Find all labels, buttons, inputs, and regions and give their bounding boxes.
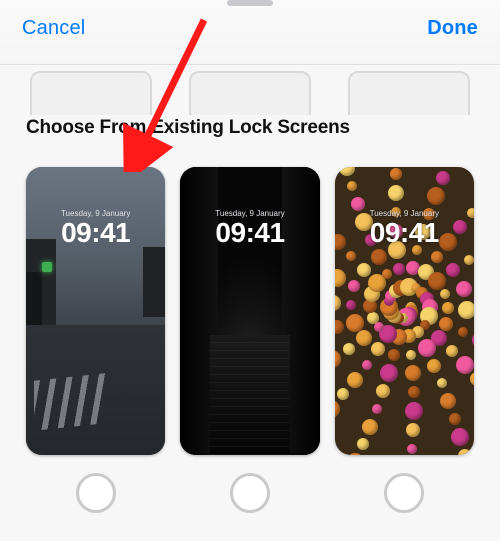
lock-screen-list: Tuesday, 9 January 09:41 Tuesday, 9 Janu… (26, 167, 474, 455)
lock-screen-thumbnail[interactable]: Tuesday, 9 January 09:41 (180, 167, 319, 455)
lock-screen-thumbnail[interactable]: Tuesday, 9 January 09:41 (26, 167, 165, 455)
cancel-button[interactable]: Cancel (22, 17, 85, 40)
lock-screen-time: 09:41 (335, 217, 474, 249)
lock-screen-thumbnail[interactable]: Tuesday, 9 January 09:41 (335, 167, 474, 455)
lock-screen-time: 09:41 (26, 217, 165, 249)
section-title: Choose From Existing Lock Screens (26, 117, 474, 139)
content-area: Choose From Existing Lock Screens Tuesda… (0, 65, 500, 513)
navigation-bar: Cancel Done (0, 0, 500, 65)
radio-unselected[interactable] (230, 473, 270, 513)
selection-indicator-row (26, 473, 474, 513)
radio-unselected[interactable] (384, 473, 424, 513)
sheet-grabber[interactable] (227, 0, 273, 6)
radio-unselected[interactable] (76, 473, 116, 513)
done-button[interactable]: Done (427, 17, 478, 40)
lock-screen-time: 09:41 (180, 217, 319, 249)
